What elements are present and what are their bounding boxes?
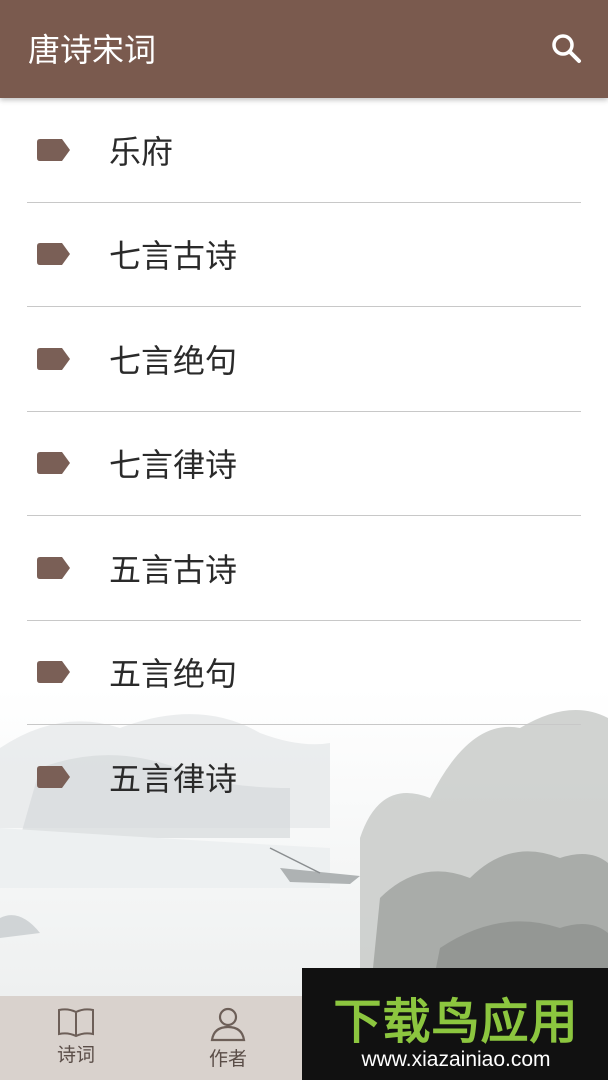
tab-label: 作者 xyxy=(208,1048,247,1070)
category-label: 七言绝句 xyxy=(109,341,238,380)
category-list: 乐府 七言古诗 七言绝句 七言律诗 五言古诗 五言绝句 五言律诗 xyxy=(0,98,608,830)
category-item[interactable]: 五言律诗 xyxy=(27,725,581,830)
watermark-url: www.xiazainiao.com xyxy=(361,1048,551,1071)
tag-icon xyxy=(37,347,70,370)
category-label: 七言律诗 xyxy=(109,446,238,485)
tag-icon xyxy=(37,766,70,789)
tag-icon xyxy=(37,556,70,579)
category-item[interactable]: 七言律诗 xyxy=(27,412,581,516)
category-item[interactable]: 乐府 xyxy=(27,98,581,203)
book-icon xyxy=(58,1008,94,1038)
category-item[interactable]: 七言绝句 xyxy=(27,307,581,412)
category-item[interactable]: 五言古诗 xyxy=(27,516,581,621)
category-label: 五言古诗 xyxy=(109,550,238,589)
category-list-area: 乐府 七言古诗 七言绝句 七言律诗 五言古诗 五言绝句 五言律诗 xyxy=(0,98,608,996)
app-header: 唐诗宋词 xyxy=(0,0,608,98)
tab-label: 诗词 xyxy=(56,1044,95,1066)
tag-icon xyxy=(37,138,70,161)
tag-icon xyxy=(37,661,70,684)
tab-authors[interactable]: 作者 xyxy=(152,996,304,1080)
search-button[interactable] xyxy=(546,28,586,68)
app-title: 唐诗宋词 xyxy=(28,31,157,69)
tab-poems[interactable]: 诗词 xyxy=(0,996,152,1080)
tag-icon xyxy=(37,452,70,475)
category-item[interactable]: 七言古诗 xyxy=(27,203,581,307)
category-item[interactable]: 五言绝句 xyxy=(27,621,581,725)
person-icon xyxy=(210,1007,246,1042)
tag-icon xyxy=(37,243,70,266)
site-watermark: 下载鸟应用 www.xiazainiao.com xyxy=(302,968,608,1080)
category-label: 五言绝句 xyxy=(109,655,238,694)
watermark-title: 下载鸟应用 xyxy=(333,994,579,1050)
search-icon xyxy=(552,34,581,63)
category-label: 五言律诗 xyxy=(109,760,238,799)
category-label: 乐府 xyxy=(109,132,174,171)
category-label: 七言古诗 xyxy=(109,237,238,276)
